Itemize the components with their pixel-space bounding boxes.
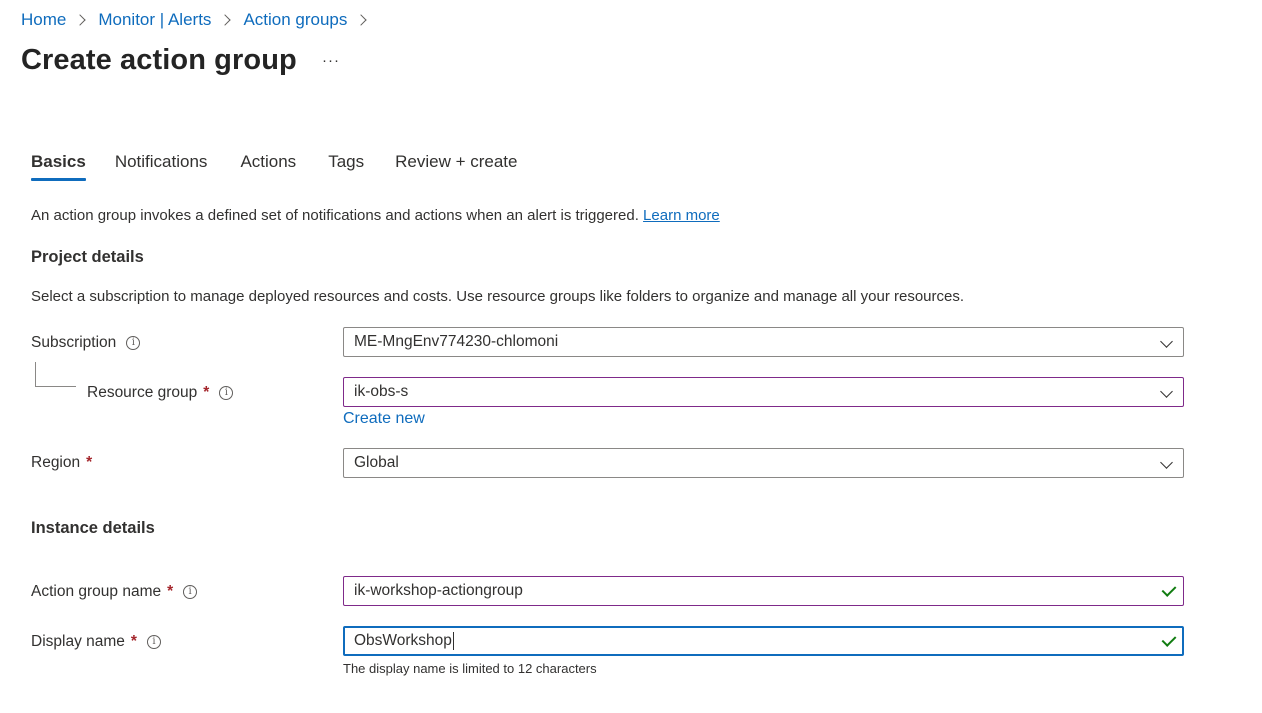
action-group-name-label: Action group name * i bbox=[31, 583, 198, 601]
info-icon[interactable]: i bbox=[146, 635, 161, 649]
display-name-label-text: Display name bbox=[31, 633, 125, 650]
breadcrumb-home[interactable]: Home bbox=[21, 10, 66, 30]
subscription-label: Subscription i bbox=[31, 334, 141, 352]
chevron-down-icon bbox=[1160, 335, 1173, 348]
project-details-description: Select a subscription to manage deployed… bbox=[31, 288, 965, 305]
required-marker: * bbox=[130, 633, 137, 650]
required-marker: * bbox=[167, 583, 174, 600]
intro-description: An action group invokes a defined set of… bbox=[31, 207, 639, 224]
create-new-link[interactable]: Create new bbox=[343, 410, 425, 428]
info-icon[interactable]: i bbox=[126, 336, 141, 350]
display-name-hint: The display name is limited to 12 charac… bbox=[343, 661, 597, 676]
display-name-input[interactable]: ObsWorkshop bbox=[343, 626, 1184, 656]
required-marker: * bbox=[86, 454, 93, 471]
intro-text: An action group invokes a defined set of… bbox=[31, 207, 720, 224]
breadcrumb-action-groups[interactable]: Action groups bbox=[243, 10, 347, 30]
tab-notifications[interactable]: Notifications bbox=[115, 152, 208, 180]
tree-connector bbox=[35, 362, 76, 387]
tab-tags[interactable]: Tags bbox=[328, 152, 364, 180]
tab-actions[interactable]: Actions bbox=[240, 152, 296, 180]
region-value: Global bbox=[354, 454, 399, 471]
checkmark-icon bbox=[1161, 632, 1177, 647]
tab-bar: Basics Notifications Actions Tags Review… bbox=[31, 152, 517, 181]
tab-review-create[interactable]: Review + create bbox=[395, 152, 517, 180]
project-details-heading: Project details bbox=[31, 248, 144, 266]
page-title: Create action group bbox=[21, 44, 297, 76]
resource-group-label-text: Resource group bbox=[87, 384, 198, 401]
chevron-right-icon bbox=[74, 14, 87, 26]
subscription-value: ME-MngEnv774230-chlomoni bbox=[354, 333, 559, 350]
subscription-label-text: Subscription bbox=[31, 334, 117, 351]
required-marker: * bbox=[203, 384, 210, 401]
resource-group-dropdown[interactable]: ik-obs-s bbox=[343, 377, 1184, 407]
create-action-group-page: Home Monitor | Alerts Action groups Crea… bbox=[0, 0, 1262, 713]
more-options-button[interactable]: ··· bbox=[322, 52, 340, 69]
region-dropdown[interactable]: Global bbox=[343, 448, 1184, 478]
instance-details-heading: Instance details bbox=[31, 519, 155, 537]
info-icon[interactable]: i bbox=[219, 386, 234, 400]
region-label-text: Region bbox=[31, 454, 81, 471]
breadcrumb-monitor-alerts[interactable]: Monitor | Alerts bbox=[98, 10, 211, 30]
chevron-down-icon bbox=[1160, 385, 1173, 398]
learn-more-link[interactable]: Learn more bbox=[643, 207, 720, 224]
action-group-name-value: ik-workshop-actiongroup bbox=[354, 582, 523, 599]
checkmark-icon bbox=[1161, 582, 1177, 597]
action-group-name-label-text: Action group name bbox=[31, 583, 162, 600]
text-caret bbox=[452, 632, 454, 650]
action-group-name-input[interactable]: ik-workshop-actiongroup bbox=[343, 576, 1184, 606]
resource-group-value: ik-obs-s bbox=[354, 383, 409, 400]
chevron-down-icon bbox=[1160, 456, 1173, 469]
region-label: Region * bbox=[31, 454, 92, 472]
subscription-dropdown[interactable]: ME-MngEnv774230-chlomoni bbox=[343, 327, 1184, 357]
tab-basics[interactable]: Basics bbox=[31, 152, 86, 181]
resource-group-label: Resource group * i bbox=[87, 384, 234, 402]
chevron-right-icon bbox=[355, 14, 368, 26]
chevron-right-icon bbox=[219, 14, 232, 26]
display-name-label: Display name * i bbox=[31, 633, 161, 651]
breadcrumb: Home Monitor | Alerts Action groups bbox=[21, 10, 379, 30]
display-name-value: ObsWorkshop bbox=[354, 632, 452, 649]
info-icon[interactable]: i bbox=[183, 585, 198, 599]
